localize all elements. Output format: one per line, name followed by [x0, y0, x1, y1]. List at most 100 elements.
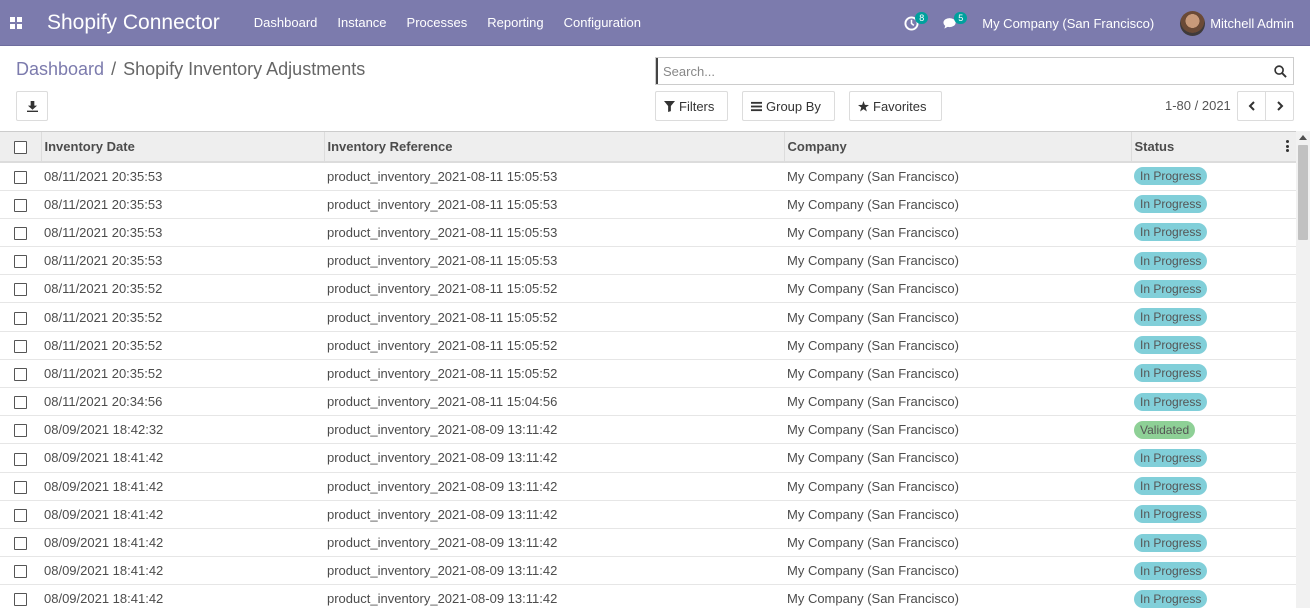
- pager-next-button[interactable]: [1265, 91, 1294, 121]
- company-switcher[interactable]: My Company (San Francisco): [982, 16, 1154, 31]
- row-checkbox[interactable]: [14, 508, 27, 522]
- cell-status: In Progress: [1131, 556, 1296, 586]
- row-checkbox[interactable]: [14, 227, 27, 240]
- row-checkbox[interactable]: [14, 339, 27, 353]
- cell-inventory-reference: product_inventory_2021-08-09 13:11:42: [324, 443, 784, 473]
- row-checkbox[interactable]: [14, 255, 27, 269]
- list-icon: [751, 101, 762, 111]
- column-header-status[interactable]: Status: [1131, 132, 1296, 163]
- row-checkbox[interactable]: [14, 198, 27, 212]
- search-icon[interactable]: [1267, 64, 1293, 78]
- row-select-cell: [0, 415, 41, 445]
- filters-button[interactable]: Filters: [655, 91, 728, 121]
- select-all-checkbox[interactable]: [13, 141, 27, 155]
- row-checkbox[interactable]: [14, 424, 27, 438]
- table-row[interactable]: 08/09/2021 18:41:42 product_inventory_202…: [0, 584, 1296, 608]
- cell-status: In Progress: [1131, 443, 1296, 473]
- status-badge: In Progress: [1134, 448, 1208, 467]
- row-checkbox[interactable]: [14, 565, 27, 579]
- app-title[interactable]: Shopify Connector: [47, 11, 220, 35]
- cell-inventory-date: 08/09/2021 18:41:42: [41, 443, 324, 473]
- cell-company: My Company (San Francisco): [784, 443, 1131, 473]
- download-icon: [26, 100, 38, 112]
- row-checkbox[interactable]: [14, 480, 27, 494]
- cell-inventory-date: 08/11/2021 20:35:52: [41, 274, 324, 304]
- cell-company: My Company (San Francisco): [784, 162, 1131, 191]
- status-badge: In Progress: [1134, 364, 1208, 383]
- row-select-cell: [0, 302, 41, 332]
- table-row[interactable]: 08/11/2021 20:35:53 product_inventory_202…: [0, 218, 1296, 248]
- row-checkbox[interactable]: [14, 311, 27, 325]
- table-row[interactable]: 08/11/2021 20:35:52 product_inventory_202…: [0, 331, 1296, 360]
- table-row[interactable]: 08/11/2021 20:35:52 product_inventory_202…: [0, 302, 1296, 332]
- cell-inventory-reference: product_inventory_2021-08-09 13:11:42: [324, 556, 784, 586]
- row-checkbox[interactable]: [14, 283, 27, 297]
- filters-label: Filters: [679, 98, 715, 114]
- scroll-up-arrow-icon[interactable]: [1299, 135, 1307, 140]
- row-checkbox[interactable]: [14, 367, 27, 381]
- column-header-company[interactable]: Company: [784, 132, 1132, 163]
- pager-previous-button[interactable]: [1237, 91, 1266, 121]
- pager-value[interactable]: 1-80 / 2021: [1165, 98, 1231, 113]
- cell-status: In Progress: [1131, 500, 1296, 529]
- search-input[interactable]: [656, 58, 1267, 84]
- messages-button[interactable]: 5: [943, 0, 968, 46]
- optional-columns-menu-icon[interactable]: [1286, 140, 1290, 154]
- status-badge: In Progress: [1134, 589, 1208, 608]
- cell-company: My Company (San Francisco): [784, 274, 1131, 304]
- status-badge: In Progress: [1134, 392, 1208, 411]
- row-checkbox[interactable]: [14, 396, 27, 410]
- menu-item-reporting[interactable]: Reporting: [477, 0, 553, 46]
- menu-item-instance[interactable]: Instance: [327, 0, 396, 46]
- status-badge: In Progress: [1134, 505, 1208, 524]
- status-badge: In Progress: [1134, 195, 1208, 214]
- table-row[interactable]: 08/11/2021 20:35:53 product_inventory_202…: [0, 246, 1296, 276]
- menu-item-configuration[interactable]: Configuration: [554, 0, 651, 46]
- star-icon: [858, 100, 869, 112]
- cell-inventory-date: 08/11/2021 20:35:53: [41, 246, 324, 276]
- favorites-button[interactable]: Favorites: [849, 91, 942, 121]
- cell-inventory-date: 08/09/2021 18:41:42: [41, 500, 324, 529]
- table-row[interactable]: 08/09/2021 18:41:42 product_inventory_202…: [0, 472, 1296, 501]
- cell-inventory-date: 08/11/2021 20:35:53: [41, 190, 324, 219]
- cell-status: In Progress: [1131, 274, 1296, 304]
- app-menu-grid-icon[interactable]: [0, 0, 32, 46]
- column-header-inventory-date[interactable]: Inventory Date: [41, 132, 325, 163]
- cell-inventory-reference: product_inventory_2021-08-09 13:11:42: [324, 528, 784, 558]
- menu-item-dashboard[interactable]: Dashboard: [244, 0, 328, 46]
- row-checkbox[interactable]: [14, 452, 27, 466]
- row-select-cell: [0, 556, 41, 586]
- table-row[interactable]: 08/09/2021 18:41:42 product_inventory_202…: [0, 556, 1296, 586]
- export-button[interactable]: [16, 91, 48, 121]
- row-select-cell: [0, 528, 41, 558]
- group-by-button[interactable]: Group By: [742, 91, 835, 121]
- cell-inventory-reference: product_inventory_2021-08-11 15:04:56: [324, 387, 784, 417]
- cell-status: In Progress: [1131, 359, 1296, 389]
- table-row[interactable]: 08/09/2021 18:41:42 product_inventory_202…: [0, 528, 1296, 558]
- menu-item-processes[interactable]: Processes: [397, 0, 478, 46]
- row-checkbox[interactable]: [14, 593, 27, 607]
- table-header-row: Inventory Date Inventory Reference Compa…: [0, 132, 1296, 163]
- row-checkbox[interactable]: [14, 170, 27, 184]
- scrollbar-thumb[interactable]: [1298, 145, 1308, 240]
- cell-inventory-date: 08/11/2021 20:35:52: [41, 302, 324, 332]
- chevron-left-icon: [1248, 101, 1255, 111]
- table-row[interactable]: 08/09/2021 18:41:42 product_inventory_202…: [0, 443, 1296, 473]
- breadcrumb: Dashboard / Shopify Inventory Adjustment…: [16, 59, 365, 80]
- group-by-label: Group By: [766, 98, 821, 114]
- table-row[interactable]: 08/11/2021 20:35:53 product_inventory_202…: [0, 190, 1296, 219]
- row-checkbox[interactable]: [14, 537, 27, 551]
- list-scrollbar[interactable]: [1296, 131, 1310, 608]
- table-row[interactable]: 08/09/2021 18:41:42 product_inventory_202…: [0, 500, 1296, 529]
- table-row[interactable]: 08/11/2021 20:35:53 product_inventory_202…: [0, 162, 1296, 191]
- favorites-label: Favorites: [873, 98, 927, 114]
- list-view: Inventory Date Inventory Reference Compa…: [0, 131, 1310, 608]
- table-row[interactable]: 08/11/2021 20:35:52 product_inventory_202…: [0, 359, 1296, 389]
- table-row[interactable]: 08/09/2021 18:42:32 product_inventory_202…: [0, 415, 1296, 445]
- table-row[interactable]: 08/11/2021 20:34:56 product_inventory_202…: [0, 387, 1296, 417]
- table-row[interactable]: 08/11/2021 20:35:52 product_inventory_202…: [0, 274, 1296, 304]
- activity-button[interactable]: 8: [904, 0, 929, 46]
- user-menu[interactable]: Mitchell Admin: [1180, 10, 1294, 36]
- column-header-inventory-reference[interactable]: Inventory Reference: [324, 132, 785, 163]
- breadcrumb-dashboard-link[interactable]: Dashboard: [16, 59, 104, 80]
